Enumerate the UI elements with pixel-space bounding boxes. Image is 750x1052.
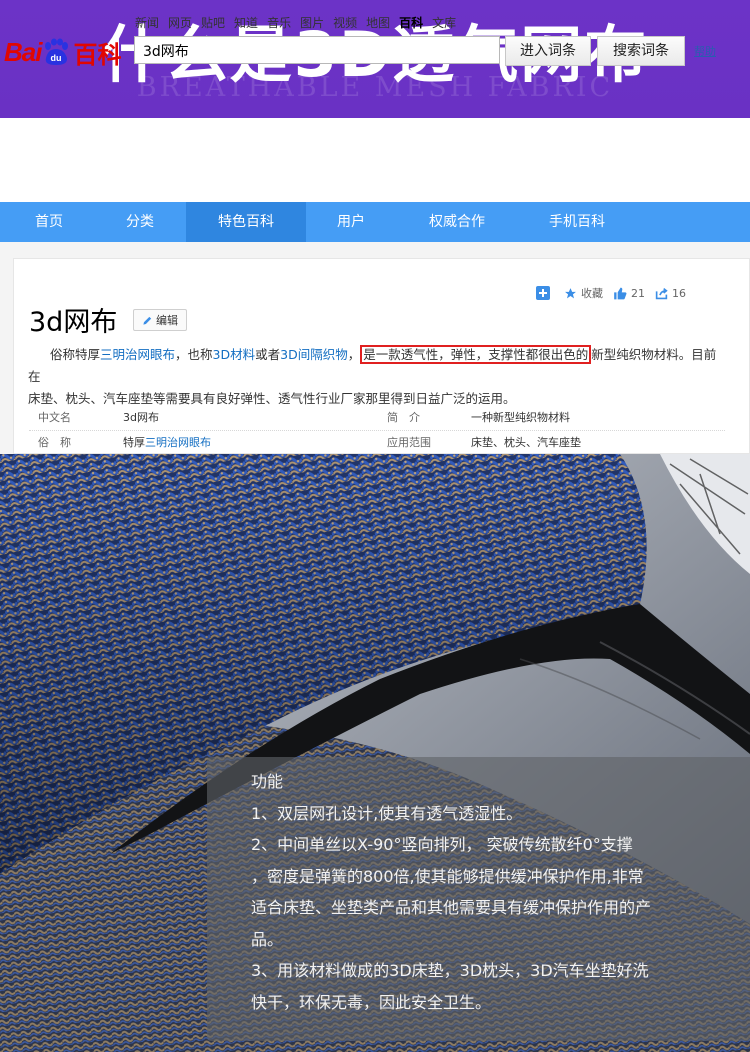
tab-home[interactable]: 首页 <box>14 202 84 242</box>
collect-label: 收藏 <box>581 287 603 300</box>
info-row: 中文名 3d网布 简 介 一种新型纯织物材料 <box>29 406 725 431</box>
tab-featured[interactable]: 特色百科 <box>186 202 306 242</box>
enter-entry-button[interactable]: 进入词条 <box>505 36 591 66</box>
logo-du-text: du <box>51 53 62 63</box>
entry-actions: 收藏 21 16 <box>536 285 696 301</box>
summary-text: ，也称 <box>175 347 213 362</box>
banner-subtitle: BREATHABLE MESH FABRIC <box>136 72 614 103</box>
edit-button[interactable]: 编辑 <box>133 309 187 331</box>
function-line: 1、双层网孔设计,使其有透气透湿性。 <box>251 803 523 823</box>
info-key: 应用范围 <box>387 436 431 449</box>
like-action[interactable]: 21 <box>613 287 645 300</box>
tab-mobile[interactable]: 手机百科 <box>532 202 622 242</box>
plus-icon <box>536 286 550 300</box>
function-line: 适合床垫、坐垫类产品和其他需要具有缓冲保护作用的产 <box>251 898 652 917</box>
search-input[interactable]: 3d网布 <box>134 36 500 64</box>
pencil-icon <box>143 316 152 325</box>
tab-partners[interactable]: 权威合作 <box>412 202 502 242</box>
share-icon <box>655 287 668 299</box>
nav-link-music[interactable]: 音乐 <box>267 14 291 31</box>
info-value: 一种新型纯织物材料 <box>471 411 570 424</box>
function-line: 品。 <box>251 929 284 949</box>
highlighted-phrase: 是一款透气性，弹性，支撑性都很出色的 <box>360 345 592 364</box>
summary-text: ， <box>347 347 361 362</box>
info-value: 3d网布 <box>123 411 159 424</box>
info-row: 俗 称 特厚三明治网眼布 应用范围 床垫、枕头、汽车座垫 <box>29 431 725 456</box>
function-line: 2、中间单丝以X-90°竖向排列， 突破传统散纤0°支撑 <box>251 835 633 854</box>
logo-text-bai: Bai <box>4 36 42 67</box>
info-key: 中文名 <box>38 411 71 424</box>
tab-category[interactable]: 分类 <box>105 202 175 242</box>
nav-link-news[interactable]: 新闻 <box>135 14 159 31</box>
link-sandwich-mesh-2[interactable]: 三明治网眼布 <box>145 436 211 449</box>
tab-users[interactable]: 用户 <box>316 202 386 242</box>
info-table: 中文名 3d网布 简 介 一种新型纯织物材料 俗 称 特厚三明治网眼布 应用范围… <box>29 406 725 456</box>
share-action[interactable]: 16 <box>655 287 686 300</box>
nav-link-images[interactable]: 图片 <box>300 14 324 31</box>
entry-title: 3d网布 <box>29 307 118 338</box>
summary-text: 俗称特厚 <box>50 347 101 362</box>
nav-link-zhidao[interactable]: 知道 <box>234 14 258 31</box>
summary-text: 床垫、枕头、汽车座垫等需要具有良好弹性、透气性行业厂家那里得到日益广泛的运用。 <box>28 391 516 406</box>
product-nav-links: 新闻 网页 贴吧 知道 音乐 图片 视频 地图 百科 文库 <box>135 14 456 31</box>
search-entry-button[interactable]: 搜索词条 <box>597 36 685 66</box>
baidu-header <box>0 118 750 202</box>
function-line: 快干，环保无毒，因此安全卫生。 <box>251 992 492 1012</box>
star-icon <box>565 287 576 298</box>
edit-label: 编辑 <box>156 314 178 327</box>
logo-text-baike: 百科 <box>73 40 122 69</box>
nav-link-map[interactable]: 地图 <box>366 14 390 31</box>
entry-summary: 俗称特厚三明治网眼布，也称3D材料或者3D间隔织物， 是一款透气性，弹性，支撑性都… <box>28 344 728 410</box>
baidu-baike-logo[interactable]: Bai du 百科 <box>4 36 122 69</box>
share-count: 16 <box>672 286 686 300</box>
nav-link-tieba[interactable]: 贴吧 <box>201 14 225 31</box>
nav-link-wenku[interactable]: 文库 <box>432 14 456 31</box>
info-key: 简 介 <box>387 411 420 424</box>
collect-action[interactable]: 收藏 <box>564 285 603 301</box>
help-link[interactable]: 帮助 <box>694 43 716 59</box>
function-heading: 功能 <box>251 772 284 791</box>
thumbs-up-icon <box>614 287 627 299</box>
link-3d-spacer-fabric[interactable]: 3D间隔织物 <box>280 347 348 362</box>
function-line: 3、用该材料做成的3D床垫，3D枕头，3D汽车坐垫好洗 <box>251 961 649 980</box>
paw-icon: du <box>42 38 70 66</box>
function-text: 功能 1、双层网孔设计,使其有透气透湿性。 2、中间单丝以X-90°竖向排列， … <box>251 766 721 1018</box>
add-action[interactable] <box>536 286 554 300</box>
info-value: 特厚三明治网眼布 <box>123 436 211 449</box>
like-count: 21 <box>631 286 645 300</box>
nav-link-video[interactable]: 视频 <box>333 14 357 31</box>
function-line: ，密度是弹簧的800倍,使其能够提供缓冲保护作用,非常 <box>251 866 644 886</box>
info-value: 床垫、枕头、汽车座垫 <box>471 436 581 449</box>
nav-link-baike[interactable]: 百科 <box>399 14 423 31</box>
link-sandwich-mesh[interactable]: 三明治网眼布 <box>100 347 175 362</box>
link-3d-material[interactable]: 3D材料 <box>213 347 256 362</box>
main-nav-bar: 首页 分类 特色百科 用户 权威合作 手机百科 <box>0 202 750 242</box>
nav-link-web[interactable]: 网页 <box>168 14 192 31</box>
info-key: 俗 称 <box>38 436 71 449</box>
summary-text: 或者 <box>255 347 281 362</box>
